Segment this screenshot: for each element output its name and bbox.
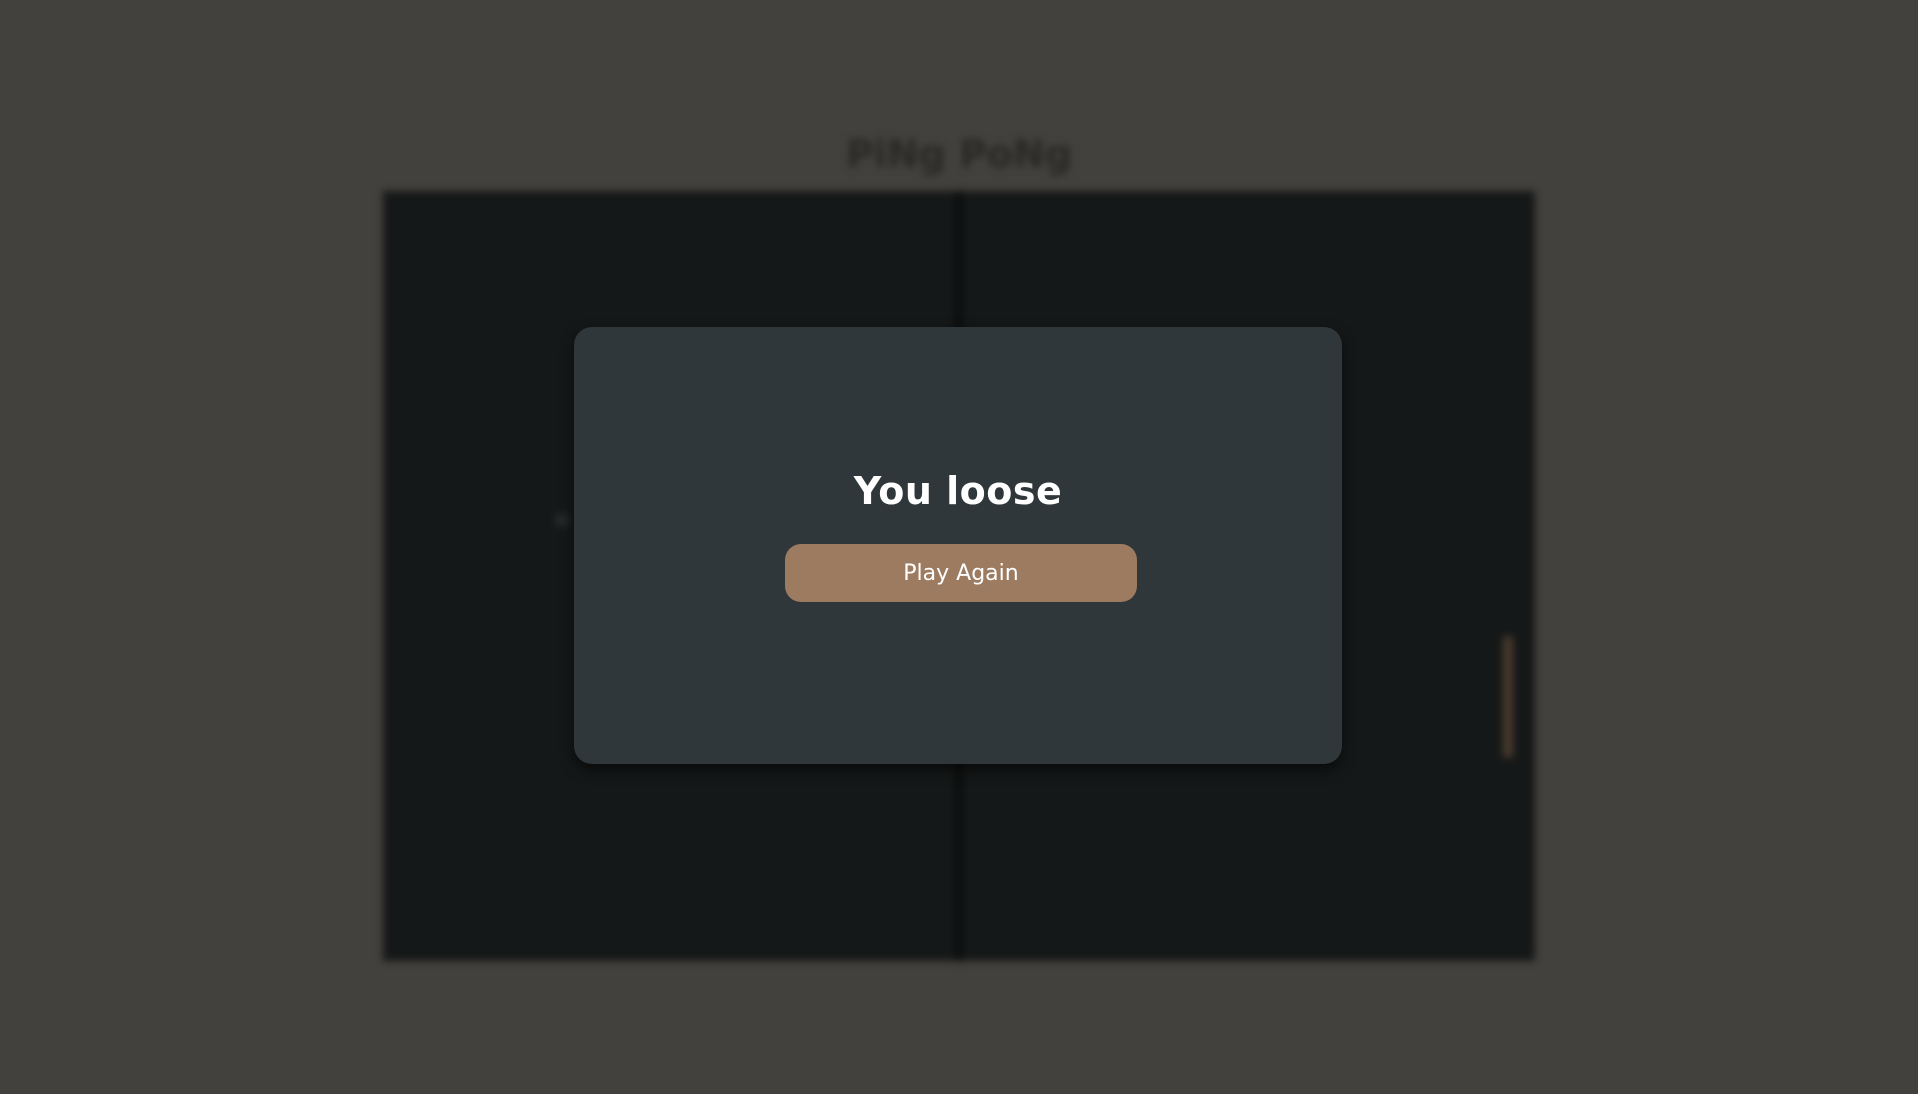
result-message: You loose (853, 469, 1063, 513)
game-over-dialog: You loose Play Again (574, 327, 1342, 764)
play-again-button[interactable]: Play Again (785, 544, 1137, 602)
